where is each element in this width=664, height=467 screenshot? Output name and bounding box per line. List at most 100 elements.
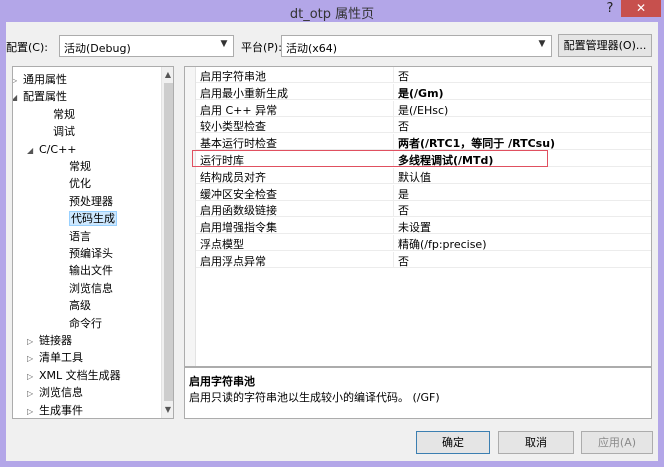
cancel-button[interactable]: 取消 (498, 431, 574, 454)
tree-item[interactable]: 常规 (53, 106, 75, 123)
close-button[interactable]: ✕ (621, 0, 661, 17)
tree-item[interactable]: 代码生成 (69, 210, 117, 227)
tree-item-label: 输出文件 (69, 264, 113, 278)
config-value: 活动(Debug) (64, 42, 131, 55)
property-row[interactable]: 启用增强指令集 未设置 (196, 218, 651, 235)
property-value[interactable]: 未设置 (398, 219, 431, 235)
properties-dialog: dt_otp 属性页 ? ✕ 配置(C): 活动(Debug) ▼ 平台(P):… (0, 0, 664, 467)
property-row[interactable]: 启用函数级链接 否 (196, 201, 651, 218)
column-divider (393, 167, 394, 184)
expander-icon[interactable]: ▷ (27, 403, 39, 418)
tree-item-label: 链接器 (39, 334, 72, 347)
dialog-client: 配置(C): 活动(Debug) ▼ 平台(P): 活动(x64) ▼ 配置管理… (6, 22, 658, 461)
expander-icon[interactable]: ▷ (13, 72, 23, 89)
tree-item-label: 常规 (53, 107, 75, 121)
tree-item[interactable]: 命令行 (69, 315, 102, 332)
tree-item[interactable]: 高级 (69, 297, 91, 314)
expander-icon[interactable]: ▷ (27, 385, 39, 402)
property-row[interactable]: 启用字符串池 否 (196, 67, 651, 83)
property-name: 基本运行时检查 (200, 137, 277, 151)
tree-item[interactable]: 语言 (69, 228, 91, 245)
tree-item-label: 预编译头 (69, 247, 113, 260)
tree-item-label: 预处理器 (69, 194, 113, 208)
scroll-down-icon[interactable]: ▼ (162, 403, 173, 417)
expander-icon[interactable]: ▷ (27, 368, 39, 385)
title-bar: dt_otp 属性页 ? ✕ (0, 0, 664, 22)
chevron-down-icon: ▼ (538, 39, 546, 49)
chevron-down-icon: ▼ (220, 39, 228, 49)
tree-item[interactable]: ▷ 生成事件 (27, 402, 83, 418)
config-dropdown[interactable]: 活动(Debug) ▼ (59, 35, 234, 57)
window-title: dt_otp 属性页 (289, 7, 375, 22)
tree-item[interactable]: ▷ 链接器 (27, 332, 72, 349)
tree-item[interactable]: 优化 (69, 175, 91, 192)
expander-icon[interactable]: ▷ (27, 333, 39, 350)
tree-item-label: 命令行 (69, 316, 102, 330)
description-text: 启用只读的字符串池以生成较小的编译代码。 (/GF) (189, 391, 440, 404)
apply-button[interactable]: 应用(A) (581, 431, 653, 454)
property-value[interactable]: 两者(/RTC1，等同于 /RTCsu) (398, 135, 555, 151)
property-value[interactable]: 是(/Gm) (398, 85, 444, 101)
expander-icon[interactable]: ▷ (27, 350, 39, 367)
scroll-thumb[interactable] (164, 83, 173, 401)
tree-item[interactable]: ▷通用属性 (13, 71, 67, 89)
config-manager-button[interactable]: 配置管理器(O)... (558, 34, 652, 57)
property-grid: 启用字符串池否启用最小重新生成 是(/Gm) 启用 C++ 异常 是(/EHsc) 较小… (184, 66, 652, 367)
ok-button[interactable]: 确定 (416, 431, 490, 454)
column-divider (393, 218, 394, 235)
property-name: 启用增强指令集 (200, 221, 277, 235)
property-row[interactable]: 浮点模型 精确(/fp:precise) (196, 235, 651, 251)
property-name: 启用最小重新生成 (200, 86, 288, 100)
tree-item-label: 代码生成 (69, 211, 117, 227)
property-name: 启用函数级链接 (200, 204, 277, 218)
property-value[interactable]: 精确(/fp:precise) (398, 236, 486, 252)
tree-item-label: 高级 (69, 299, 91, 313)
property-row[interactable]: 结构成员对齐 默认值 (196, 167, 651, 185)
tree-item[interactable]: 浏览信息 (69, 280, 113, 297)
tree-item-label: 配置属性 (23, 90, 67, 104)
property-row[interactable]: 启用浮点异常 否 (196, 251, 651, 269)
tree-item[interactable]: 输出文件 (69, 262, 113, 279)
tree-item[interactable]: ▷ XML 文档生成器 (27, 367, 121, 384)
tree-scrollbar[interactable]: ▲ ▼ (161, 67, 173, 418)
platform-value: 活动(x64) (286, 42, 338, 55)
expander-icon[interactable]: ◢ (27, 142, 39, 159)
config-label: 配置(C): (6, 41, 48, 54)
tree-item-label: 语言 (69, 229, 91, 243)
scroll-up-icon[interactable]: ▲ (162, 68, 173, 82)
property-row[interactable]: 基本运行时检查 两者(/RTC1，等同于 /RTCsu) (196, 134, 651, 151)
tree-item[interactable]: 常规 (69, 158, 91, 175)
property-value[interactable]: 否 (398, 68, 409, 84)
property-row[interactable]: 启用最小重新生成 是(/Gm) (196, 83, 651, 101)
runtime-library-highlight (192, 150, 548, 167)
expander-icon[interactable]: ◢ (13, 89, 23, 106)
property-row[interactable]: 启用 C++ 异常 是(/EHsc) (196, 100, 651, 118)
property-name: 启用浮点异常 (200, 254, 266, 268)
property-name: 浮点模型 (200, 238, 244, 251)
tree-item[interactable]: ◢配置属性 (13, 88, 67, 106)
column-divider (393, 235, 394, 251)
description-title: 启用字符串池 (189, 375, 255, 388)
tree-item[interactable]: 预编译头 (69, 245, 113, 262)
grid-margin (185, 67, 196, 366)
platform-dropdown[interactable]: 活动(x64) ▼ (281, 35, 552, 57)
property-row[interactable]: 缓冲区安全检查 是 (196, 184, 651, 202)
tree-item[interactable]: ▷ 清单工具 (27, 349, 83, 366)
property-value[interactable]: 是(/EHsc) (398, 102, 448, 118)
tree-item[interactable]: 调试 (53, 123, 75, 140)
tree-item[interactable]: ▷ 浏览信息 (27, 384, 83, 401)
tree-item-label: XML 文档生成器 (39, 368, 121, 382)
property-value[interactable]: 是 (398, 186, 409, 202)
tree-item[interactable]: 预处理器 (69, 193, 113, 210)
property-name: 启用字符串池 (200, 70, 266, 83)
help-button[interactable]: ? (600, 0, 620, 18)
column-divider (393, 201, 394, 218)
property-value[interactable]: 否 (398, 202, 409, 218)
property-value[interactable]: 否 (398, 253, 409, 269)
platform-label: 平台(P): (241, 41, 282, 54)
property-value[interactable]: 否 (398, 118, 409, 134)
tree-item[interactable]: ◢ C/C++ (27, 141, 77, 158)
property-row[interactable]: 较小类型检查 否 (196, 117, 651, 134)
column-divider (393, 67, 394, 83)
property-value[interactable]: 默认值 (398, 169, 431, 185)
